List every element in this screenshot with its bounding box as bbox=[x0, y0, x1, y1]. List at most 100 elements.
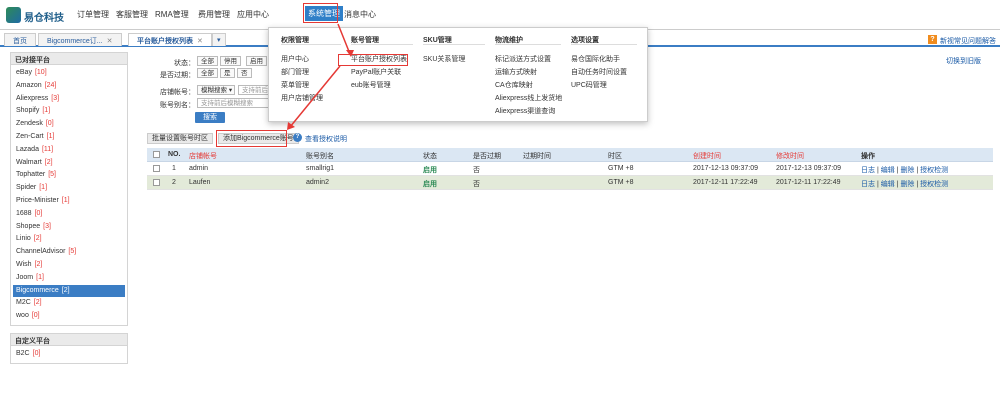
menu-item[interactable]: 易仓国际化助手 bbox=[571, 54, 620, 64]
chevron-down-icon: ▾ bbox=[217, 37, 221, 44]
col-modified[interactable]: 修改时间 bbox=[776, 151, 804, 161]
row-checkbox[interactable] bbox=[153, 165, 160, 172]
sidebar-item-label: Price-Minister bbox=[16, 196, 59, 204]
menu-item[interactable]: Aliexpress线上发货地 bbox=[495, 93, 562, 103]
menu-item[interactable]: 用户店铺管理 bbox=[281, 93, 323, 103]
sidebar-item-channeladvisor[interactable]: ChannelAdvisor [5] bbox=[13, 246, 125, 259]
auth-help-link[interactable]: 查看授权说明 bbox=[305, 134, 347, 144]
expired-label: 是否过期： bbox=[160, 72, 195, 79]
table-row[interactable]: 1 admin smallrig1 启用 否 GTM +8 2017-12-13 09:37… bbox=[147, 162, 993, 176]
log-link[interactable]: 日志 bbox=[861, 167, 875, 174]
menu-item[interactable]: CA仓库映射 bbox=[495, 80, 533, 90]
menu-item[interactable]: 标记派送方式设置 bbox=[495, 54, 551, 64]
sidebar-item-count: [1] bbox=[46, 132, 55, 140]
menu-item[interactable]: 运输方式映射 bbox=[495, 67, 537, 77]
menu-item[interactable]: 自动任务时间设置 bbox=[571, 67, 627, 77]
menu-item[interactable]: UPC码管理 bbox=[571, 80, 607, 90]
sidebar-item-linio[interactable]: Linio [2] bbox=[13, 233, 125, 246]
expired-all-button[interactable]: 全部 bbox=[197, 68, 218, 78]
col-timezone: 时区 bbox=[608, 153, 622, 160]
search-button[interactable]: 搜索 bbox=[195, 112, 225, 123]
tab-account-auth[interactable]: 平台账户授权列表 ✕ bbox=[128, 33, 212, 46]
cell-actions: 日志 | 编辑 | 删除 | 授权检测 bbox=[861, 181, 949, 188]
sidebar-item-label: Joom bbox=[16, 273, 34, 281]
sidebar-item-shopee[interactable]: Shopee [3] bbox=[13, 221, 125, 234]
delete-link[interactable]: 删除 bbox=[900, 181, 914, 188]
tab-bigcommerce-orders[interactable]: Bigcommerce订... ✕ bbox=[38, 33, 122, 46]
edit-link[interactable]: 编辑 bbox=[881, 167, 895, 174]
sidebar-item-tophatter[interactable]: Tophatter [5] bbox=[13, 169, 125, 182]
store-search-mode-select[interactable]: 模糊搜索 ▾ bbox=[197, 85, 235, 95]
app-logo[interactable]: 易仓科技 bbox=[6, 7, 64, 24]
sidebar-item-1688[interactable]: 1688 [0] bbox=[13, 208, 125, 221]
menu-item[interactable]: 部门管理 bbox=[281, 67, 309, 77]
table-body: 1 admin smallrig1 启用否 GTM +8 2017-12-13 09:37… bbox=[147, 162, 993, 190]
sidebar-item-price-minister[interactable]: Price-Minister [1] bbox=[13, 195, 125, 208]
sidebar-item-woo[interactable]: woo [0] bbox=[13, 310, 125, 323]
help-icon[interactable]: ? bbox=[928, 35, 937, 44]
sidebar-item-label: Spider bbox=[16, 184, 37, 192]
sidebar-item-joom[interactable]: Joom [1] bbox=[13, 272, 125, 285]
sidebar-item-ebay[interactable]: eBay [10] bbox=[13, 67, 125, 80]
sidebar-item-b2c[interactable]: B2C [0] bbox=[13, 348, 125, 361]
sidebar-item-count: [0] bbox=[45, 120, 54, 128]
table-row[interactable]: 2 Laufen admin2 启用 否 GTM +8 2017-12-11 17:22:4… bbox=[147, 176, 993, 190]
sidebar-item-walmart[interactable]: Walmart [2] bbox=[13, 157, 125, 170]
nav-item-rma[interactable]: RMA管理 bbox=[155, 9, 189, 20]
nav-item-apps[interactable]: 应用中心 bbox=[237, 9, 269, 20]
log-link[interactable]: 日志 bbox=[861, 181, 875, 188]
col-expire-time: 过期时间 bbox=[523, 153, 551, 160]
menu-item[interactable]: Aliexpress渠道查询 bbox=[495, 106, 555, 116]
menu-item[interactable]: eub账号管理 bbox=[351, 80, 391, 90]
delete-link[interactable]: 删除 bbox=[900, 167, 914, 174]
col-created[interactable]: 创建时间 bbox=[693, 151, 721, 161]
switch-old-version-link[interactable]: 切换到旧版 bbox=[946, 56, 981, 66]
sidebar-item-zendesk[interactable]: Zendesk [0] bbox=[13, 118, 125, 131]
sidebar-item-lazada[interactable]: Lazada [11] bbox=[13, 144, 125, 157]
sidebar-item-bigcommerce[interactable]: Bigcommerce [2] bbox=[13, 284, 125, 298]
menu-item[interactable]: 菜单管理 bbox=[281, 80, 309, 90]
tab-menu[interactable]: ▾ bbox=[212, 33, 226, 46]
status-disabled-button[interactable]: 停用 bbox=[220, 56, 241, 66]
cell-created: 2017-12-11 17:22:49 bbox=[693, 179, 758, 186]
tab-home[interactable]: 首页 bbox=[4, 33, 36, 46]
nav-item-service[interactable]: 客服管理 bbox=[116, 9, 148, 20]
auth-check-link[interactable]: 授权检测 bbox=[920, 181, 948, 188]
status-enabled-button[interactable]: 启用 bbox=[246, 56, 267, 66]
nav-item-messages[interactable]: 消息中心 bbox=[344, 9, 376, 20]
select-all-checkbox[interactable] bbox=[153, 151, 160, 158]
sidebar-item-wish[interactable]: Wish [2] bbox=[13, 259, 125, 272]
sidebar-item-label: eBay bbox=[16, 69, 32, 76]
sidebar-item-zen-cart[interactable]: Zen-Cart [1] bbox=[13, 131, 125, 144]
sidebar-item-aliexpress[interactable]: Aliexpress [3] bbox=[13, 93, 125, 106]
cell-status: 启用 bbox=[423, 167, 437, 174]
nav-item-fees[interactable]: 费用管理 bbox=[198, 9, 230, 20]
sidebar-item-spider[interactable]: Spider [1] bbox=[13, 182, 125, 195]
sidebar-item-count: [0] bbox=[31, 312, 40, 320]
edit-link[interactable]: 编辑 bbox=[881, 181, 895, 188]
close-icon[interactable]: ✕ bbox=[107, 38, 113, 45]
menu-item[interactable]: SKU关系管理 bbox=[423, 54, 465, 64]
sidebar-item-amazon[interactable]: Amazon [24] bbox=[13, 80, 125, 93]
status-label: 状态： bbox=[174, 60, 195, 67]
alias-input[interactable]: 支持前后模糊搜索 bbox=[197, 98, 269, 108]
menu-item[interactable]: 用户中心 bbox=[281, 54, 309, 64]
store-input[interactable]: 支持前后模 bbox=[238, 85, 270, 95]
col-store-account[interactable]: 店铺帐号 bbox=[189, 151, 217, 161]
menu-item[interactable]: PayPal账户关联 bbox=[351, 67, 401, 77]
status-all-button[interactable]: 全部 bbox=[197, 56, 218, 66]
nav-item-orders[interactable]: 订单管理 bbox=[77, 9, 109, 20]
sidebar-item-shopify[interactable]: Shopify [1] bbox=[13, 105, 125, 118]
cell-alias: admin2 bbox=[306, 179, 329, 186]
help-link[interactable]: 新视常见问题解答 bbox=[940, 36, 996, 46]
col-expired: 是否过期 bbox=[473, 153, 501, 160]
sidebar-item-count: [0] bbox=[34, 209, 43, 217]
sidebar-item-count: [5] bbox=[48, 171, 56, 179]
batch-timezone-button[interactable]: 批量设置账号时区 bbox=[147, 133, 213, 144]
auth-check-link[interactable]: 授权检测 bbox=[920, 167, 948, 174]
expired-no-button[interactable]: 否 bbox=[237, 68, 252, 78]
expired-yes-button[interactable]: 是 bbox=[220, 68, 235, 78]
close-icon[interactable]: ✕ bbox=[197, 38, 203, 45]
sidebar-item-m2c[interactable]: M2C [2] bbox=[13, 297, 125, 310]
row-checkbox[interactable] bbox=[153, 179, 160, 186]
